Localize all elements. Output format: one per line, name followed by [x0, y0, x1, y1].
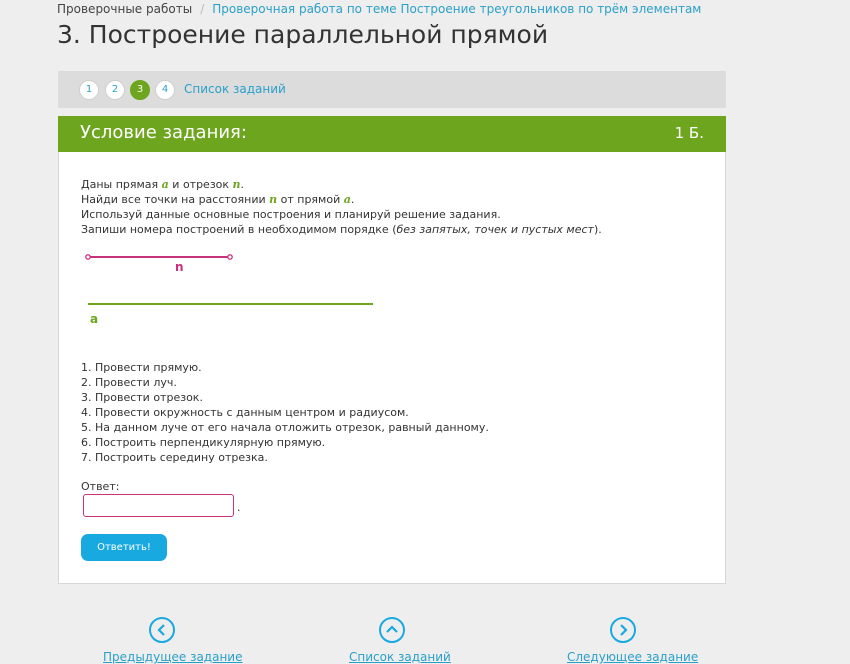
breadcrumb-root[interactable]: Проверочные работы [57, 2, 192, 16]
page-title: 3. Построение параллельной прямой [57, 20, 549, 49]
chevron-up-icon [386, 625, 398, 633]
condition-line-1: Даны прямая a и отрезок n. [81, 178, 245, 191]
task-card-header: Условие задания: 1 Б. [58, 116, 726, 152]
line-a-label: a [90, 312, 98, 326]
list-item: 1. Провести прямую. [81, 361, 202, 374]
chevron-left-icon [157, 624, 165, 636]
var-n: n [232, 178, 241, 191]
answer-input[interactable] [83, 494, 234, 517]
task-list-bottom-link[interactable]: Список заданий [349, 650, 451, 664]
prev-task-button[interactable] [149, 617, 175, 643]
step-1[interactable]: 1 [79, 80, 99, 100]
var-a: a [343, 193, 351, 206]
segment-n-end-point [227, 254, 233, 260]
submit-answer-button[interactable]: Ответить! [81, 534, 167, 561]
list-item: 2. Провести луч. [81, 376, 177, 389]
list-item: 7. Построить середину отрезка. [81, 451, 268, 464]
breadcrumb: Проверочные работы / Проверочная работа по… [57, 2, 701, 16]
task-card-title: Условие задания: [80, 122, 247, 143]
condition-line-3: Используй данные основные построения и п… [81, 208, 501, 221]
chevron-right-icon [620, 624, 628, 636]
list-item: 3. Провести отрезок. [81, 391, 203, 404]
next-task-link[interactable]: Следующее задание [567, 650, 698, 664]
segment-n-start-point [85, 254, 91, 260]
var-a: a [161, 178, 169, 191]
task-points: 1 Б. [674, 124, 704, 142]
breadcrumb-current[interactable]: Проверочная работа по теме Построение тр… [212, 2, 701, 16]
answer-label: Ответ: [81, 480, 120, 493]
condition-line-4: Запиши номера построений в необходимом п… [81, 223, 602, 236]
segment-n-label: n [175, 260, 184, 274]
list-item: 4. Провести окружность с данным центром … [81, 406, 409, 419]
var-n: n [269, 193, 278, 206]
step-3-active[interactable]: 3 [130, 80, 150, 100]
task-list-button[interactable] [379, 617, 405, 643]
steps-nav-bar: 1 2 3 4 Список заданий [58, 71, 726, 108]
step-2[interactable]: 2 [105, 80, 125, 100]
list-item: 6. Построить перпендикулярную прямую. [81, 436, 326, 449]
task-condition: Даны прямая a и отрезок n. Найди все точ… [81, 177, 602, 237]
prev-task-link[interactable]: Предыдущее задание [103, 650, 243, 664]
list-item: 5. На данном луче от его начала отложить… [81, 421, 489, 434]
condition-line-2: Найди все точки на расстоянии n от прямо… [81, 193, 355, 206]
breadcrumb-separator: / [200, 2, 205, 16]
next-task-button[interactable] [610, 617, 636, 643]
task-list-link[interactable]: Список заданий [184, 82, 286, 96]
construction-steps-list: 1. Провести прямую. 2. Провести луч. 3. … [81, 360, 489, 465]
answer-suffix: . [237, 501, 241, 514]
task-card: Условие задания: 1 Б. Даны прямая a и от… [58, 116, 726, 584]
bottom-navigation: Предыдущее задание Список заданий Следую… [0, 615, 850, 664]
construction-figure: n a [85, 254, 373, 326]
step-4[interactable]: 4 [155, 80, 175, 100]
